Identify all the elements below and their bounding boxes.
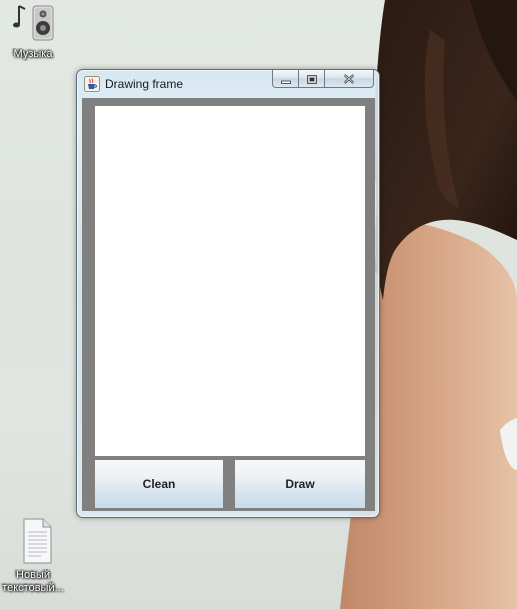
caption-buttons <box>272 70 374 89</box>
minimize-button[interactable] <box>272 70 299 88</box>
java-cup-icon[interactable] <box>84 76 100 92</box>
clean-button[interactable]: Clean <box>95 460 223 508</box>
desktop-icon-label: Музыка <box>13 48 53 60</box>
desktop-icon-text-document[interactable]: Новый текстовый... <box>0 517 66 595</box>
maximize-button[interactable] <box>299 70 325 88</box>
window-client-area: Clean Draw <box>82 98 375 511</box>
close-button[interactable] <box>325 70 374 88</box>
text-document-icon <box>0 517 66 569</box>
minimize-icon <box>280 69 291 88</box>
speaker-music-icon <box>0 0 66 48</box>
window-titlebar[interactable]: Drawing frame <box>77 70 379 98</box>
drawing-canvas[interactable] <box>95 106 365 456</box>
desktop-icon-music[interactable]: Музыка <box>0 0 66 61</box>
window-title: Drawing frame <box>105 77 184 91</box>
desktop: Музыка Новый текстовый... Drawing frame … <box>0 0 517 609</box>
desktop-icon-label: Новый текстовый... <box>2 569 64 594</box>
drawing-frame-window: Drawing frame Clean Draw <box>76 69 380 518</box>
close-icon <box>343 69 355 88</box>
maximize-icon <box>306 69 317 88</box>
draw-button[interactable]: Draw <box>235 460 365 508</box>
